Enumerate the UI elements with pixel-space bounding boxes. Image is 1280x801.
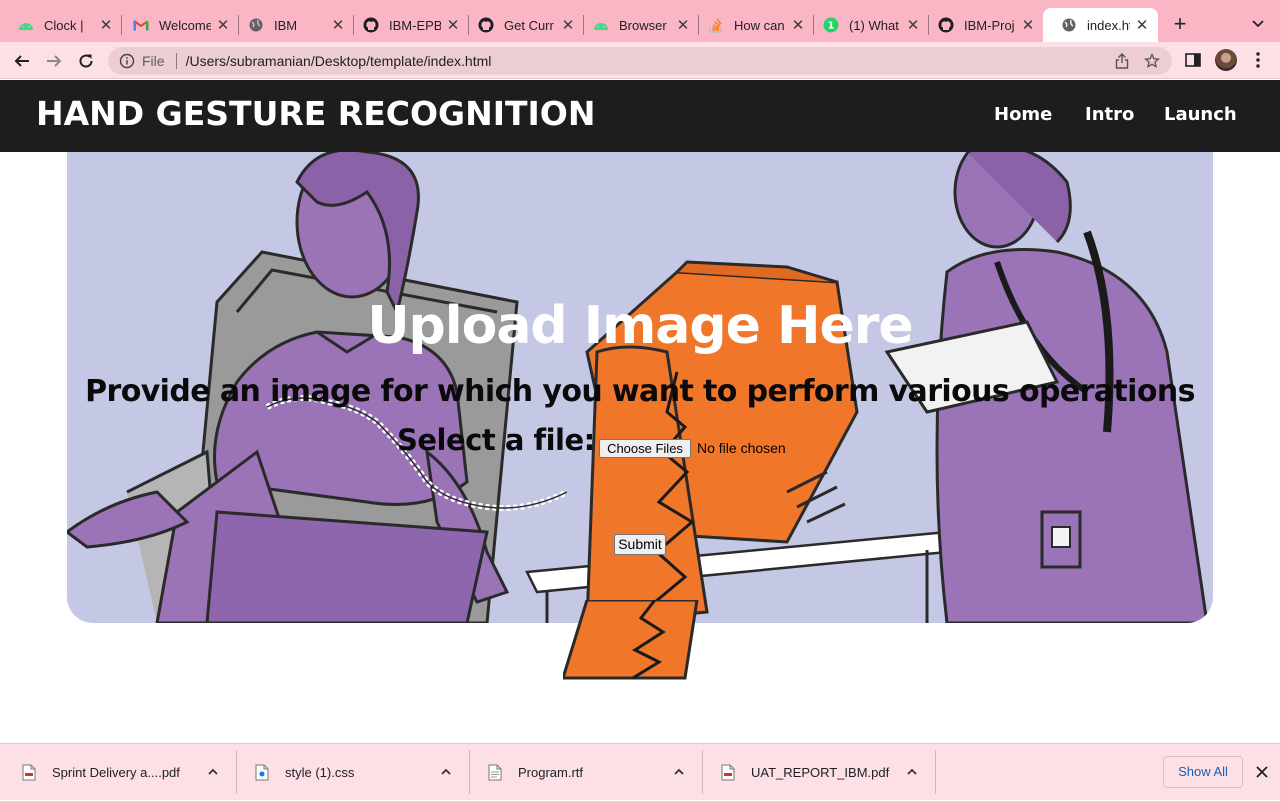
whatsapp-icon: 1 [823,17,839,33]
download-filename: style (1).css [285,765,355,780]
info-icon[interactable] [119,53,135,69]
download-filename: Program.rtf [518,765,584,780]
download-item[interactable]: UAT_REPORT_IBM.pdf [699,744,935,801]
select-file-label: Select a file: [397,423,595,457]
url-text[interactable]: /Users/subramanian/Desktop/template/inde… [186,53,1112,69]
more-menu-icon[interactable] [1252,51,1264,69]
globe-icon [1061,17,1077,33]
close-icon[interactable]: ✕ [215,17,231,34]
chevron-up-icon[interactable] [207,766,219,778]
tab-title: How can [734,17,785,33]
close-icon[interactable]: ✕ [1020,17,1036,34]
android-icon [593,17,609,33]
new-tab-button[interactable]: + [1168,12,1192,36]
globe-icon [248,17,264,33]
gmail-icon [133,17,149,33]
nav-launch-link[interactable]: Launch [1164,104,1237,125]
submit-button[interactable]: Submit [614,534,666,555]
tab-browser[interactable]: Browser ✕ [575,8,699,42]
stackoverflow-icon [708,17,724,33]
close-icon[interactable] [1254,764,1270,780]
download-filename: UAT_REPORT_IBM.pdf [751,765,890,780]
close-icon[interactable]: ✕ [560,17,576,34]
tab-get-curr[interactable]: Get Curr ✕ [460,8,584,42]
show-all-downloads-button[interactable]: Show All [1163,756,1243,788]
tab-title: Welcome [159,17,211,33]
download-filename: Sprint Delivery a....pdf [52,765,180,780]
tab-title: Browser [619,17,667,33]
bookmark-star-icon[interactable] [1142,51,1162,71]
tab-ibm[interactable]: IBM ✕ [230,8,354,42]
address-bar[interactable]: File /Users/subramanian/Desktop/template… [108,47,1172,75]
close-icon[interactable]: ✕ [445,17,461,34]
pdf-file-icon [721,764,735,781]
tab-ibm-proj[interactable]: IBM-Proj ✕ [920,8,1044,42]
close-icon[interactable]: ✕ [905,17,921,34]
reload-icon[interactable] [75,50,97,72]
tab-title: IBM [274,17,298,33]
tab-search-chevron-icon[interactable] [1248,13,1268,33]
chevron-up-icon[interactable] [673,766,685,778]
url-scheme: File [142,53,165,69]
share-icon[interactable] [1112,51,1132,71]
nav-intro-link[interactable]: Intro [1085,104,1134,125]
download-item[interactable]: Sprint Delivery a....pdf [0,744,236,801]
chevron-up-icon[interactable] [440,766,452,778]
upload-subheading: Provide an image for which you want to p… [85,374,1195,409]
github-icon [363,17,379,33]
tab-how-can[interactable]: How can ✕ [690,8,814,42]
pdf-file-icon [22,764,36,781]
github-icon [478,17,494,33]
site-brand[interactable]: HAND GESTURE RECOGNITION [36,94,595,133]
close-icon[interactable]: ✕ [330,17,346,34]
tab-title: Get Curr [504,17,554,33]
tab-title: Clock | [44,17,84,33]
tab-whatsapp[interactable]: 1 (1) What ✕ [805,8,929,42]
css-file-icon [255,764,269,781]
chevron-up-icon[interactable] [906,766,918,778]
download-item[interactable]: style (1).css [233,744,469,801]
choose-files-button[interactable]: Choose Files [599,439,691,458]
android-clock-icon [18,17,34,33]
close-icon[interactable]: ✕ [98,17,114,34]
forward-icon[interactable] [43,50,65,72]
close-icon[interactable]: ✕ [675,17,691,34]
tab-gmail[interactable]: Welcome ✕ [115,8,239,42]
close-icon[interactable]: ✕ [790,17,806,34]
tab-title: IBM-EPB [389,17,441,33]
file-status-text: No file chosen [697,440,786,456]
tab-title: index.htm [1087,17,1130,33]
rtf-file-icon [488,764,502,781]
profile-avatar[interactable] [1215,49,1237,71]
tab-strip: Clock | ✕ Welcome ✕ IBM ✕ IBM-EPB ✕ Get … [0,0,1280,42]
svg-text:1: 1 [828,21,835,32]
download-separator [935,750,936,794]
tab-ibm-epb[interactable]: IBM-EPB ✕ [345,8,469,42]
tab-clock[interactable]: Clock | ✕ [0,8,122,42]
back-icon[interactable] [11,50,33,72]
site-navbar: HAND GESTURE RECOGNITION Home Intro Laun… [0,80,1280,152]
tab-index-active[interactable]: index.htm ✕ [1043,8,1158,42]
nav-home-link[interactable]: Home [994,104,1052,125]
browser-toolbar: File /Users/subramanian/Desktop/template… [0,42,1280,79]
upload-heading: Upload Image Here [367,296,913,356]
paper-tape-overflow-illustration [563,600,699,680]
github-icon [938,17,954,33]
side-panel-icon[interactable] [1184,51,1202,69]
close-icon[interactable]: ✕ [1134,17,1150,34]
tab-title: (1) What [849,17,899,33]
url-divider [175,53,177,69]
download-item[interactable]: Program.rtf [466,744,702,801]
downloads-bar: Sprint Delivery a....pdf style (1).css P… [0,743,1280,800]
tab-title: IBM-Proj [964,17,1015,33]
